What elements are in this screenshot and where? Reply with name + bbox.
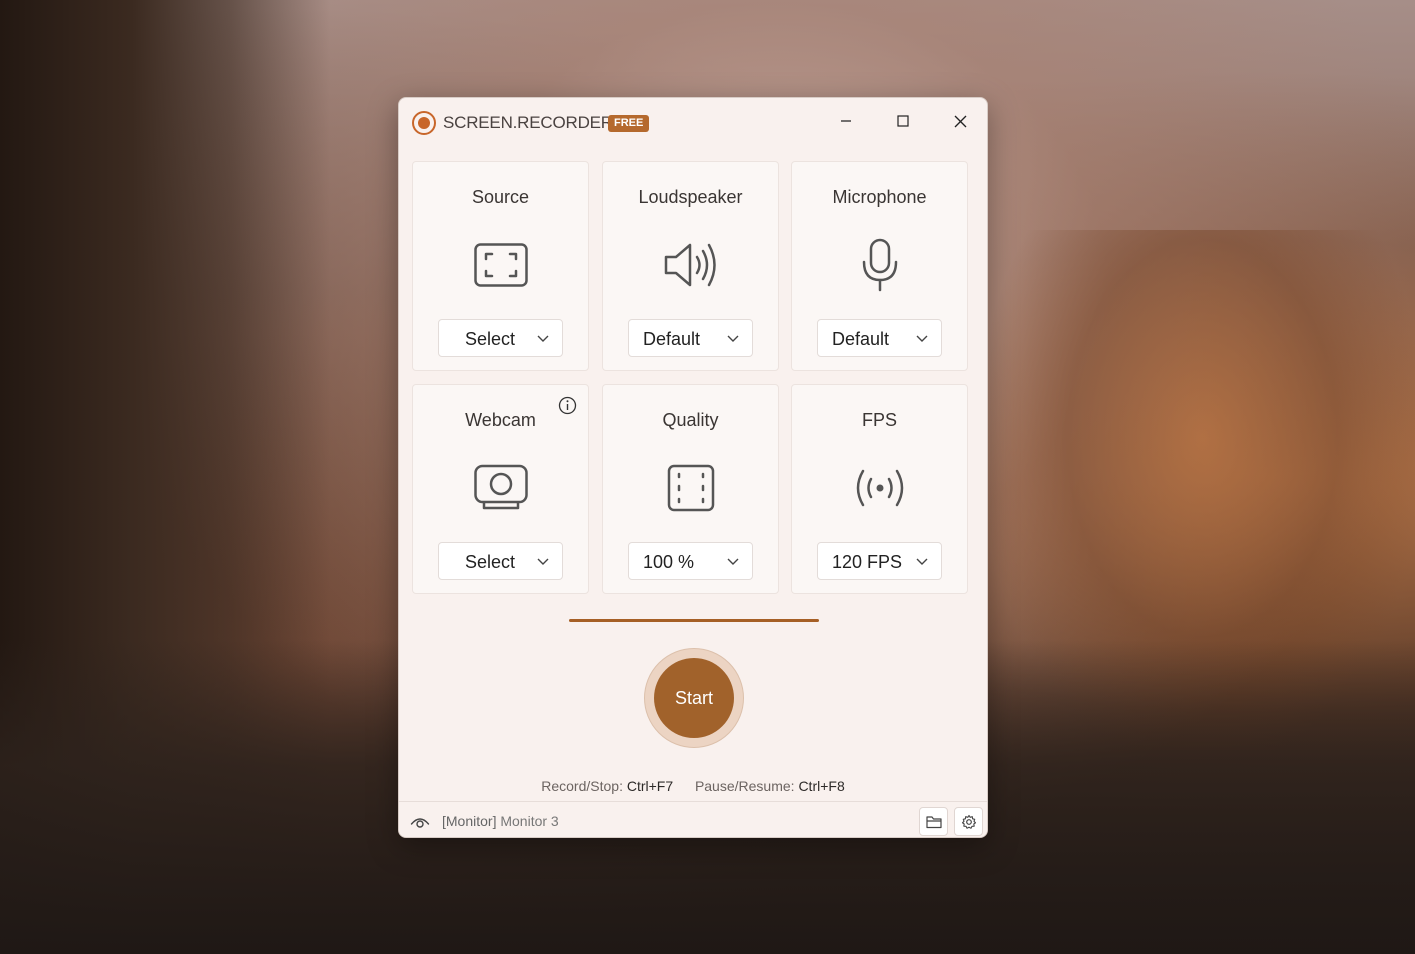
fps-title: FPS	[861, 410, 897, 430]
chevron-down-icon	[916, 335, 928, 342]
info-icon[interactable]	[558, 396, 577, 415]
webcam-select[interactable]: Select	[438, 542, 563, 580]
loudspeaker-select[interactable]: Default	[628, 319, 753, 357]
loudspeaker-card: Loudspeaker Default	[602, 161, 779, 371]
maximize-button[interactable]	[880, 103, 926, 139]
record-logo-icon	[412, 111, 436, 135]
chevron-down-icon	[727, 558, 739, 565]
fps-select-value: 120 FPS	[832, 552, 903, 572]
microphone-select-value: Default	[832, 329, 890, 349]
webcam-card: Webcam Select	[412, 384, 589, 594]
status-text: [Monitor] Monitor 3	[442, 813, 559, 829]
minimize-icon	[841, 120, 851, 122]
quality-title: Quality	[662, 410, 719, 430]
microphone-title: Microphone	[832, 187, 927, 207]
free-badge: FREE	[608, 115, 650, 132]
loudspeaker-select-value: Default	[643, 329, 701, 349]
microphone-card: Microphone Default	[791, 161, 968, 371]
pause-hotkey-label: Pause/Resume:	[694, 778, 795, 794]
status-tag: [Monitor]	[442, 813, 497, 829]
quality-select[interactable]: 100 %	[628, 542, 753, 580]
source-card: Source Select	[412, 161, 589, 371]
app-title: SCREEN.RECORDER	[443, 113, 613, 132]
source-select[interactable]: Select	[438, 319, 563, 357]
eye-icon	[410, 817, 429, 828]
fps-card: FPS 120 FPS	[791, 384, 968, 594]
minimize-button[interactable]	[823, 103, 869, 139]
maximize-icon	[897, 115, 909, 127]
open-folder-button[interactable]	[919, 807, 948, 836]
chevron-down-icon	[916, 558, 928, 565]
film-icon	[663, 463, 719, 513]
quality-card: Quality 100 %	[602, 384, 779, 594]
quality-select-value: 100 %	[643, 552, 695, 572]
settings-button[interactable]	[954, 807, 983, 836]
chevron-down-icon	[727, 335, 739, 342]
status-bar: [Monitor] Monitor 3	[399, 801, 987, 837]
record-hotkey-label: Record/Stop:	[541, 778, 623, 794]
folder-icon	[925, 815, 942, 828]
source-select-value: Select	[465, 329, 516, 349]
close-button[interactable]	[937, 103, 983, 139]
gear-icon	[961, 814, 976, 829]
source-title: Source	[471, 187, 530, 207]
webcam-select-value: Select	[465, 552, 516, 572]
webcam-icon	[473, 463, 529, 513]
speaker-icon	[663, 240, 719, 290]
divider	[569, 619, 819, 622]
fps-select[interactable]: 120 FPS	[817, 542, 942, 580]
record-hotkey: Ctrl+F7	[626, 778, 674, 794]
status-value: Monitor 3	[500, 813, 559, 829]
chevron-down-icon	[537, 558, 549, 565]
hotkey-hints: Record/Stop: Ctrl+F7 Pause/Resume: Ctrl+…	[399, 778, 987, 794]
title-bar: SCREEN.RECORDER FREE	[399, 98, 987, 148]
chevron-down-icon	[537, 335, 549, 342]
start-button[interactable]: Start	[654, 658, 734, 738]
preview-button[interactable]	[405, 807, 434, 836]
microphone-icon	[852, 238, 908, 292]
screen-capture-icon	[473, 240, 529, 290]
app-window: SCREEN.RECORDER FREE Source Select Louds…	[398, 97, 988, 838]
pause-hotkey: Ctrl+F8	[798, 778, 845, 794]
loudspeaker-title: Loudspeaker	[638, 187, 743, 207]
microphone-select[interactable]: Default	[817, 319, 942, 357]
close-icon	[954, 115, 966, 127]
broadcast-icon	[852, 463, 908, 513]
